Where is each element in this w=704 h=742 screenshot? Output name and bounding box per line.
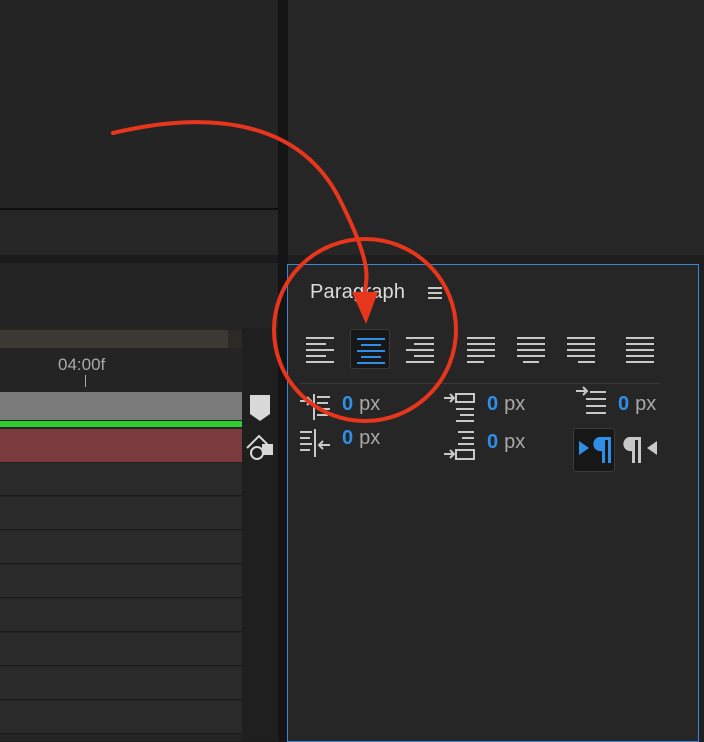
panel-separator xyxy=(300,383,660,384)
pilcrow-rtl-icon xyxy=(623,437,657,463)
space-before-value[interactable]: 0 xyxy=(487,393,498,415)
time-navigator-end[interactable] xyxy=(228,330,242,348)
marker-icon[interactable] xyxy=(249,394,271,422)
justify-last-center-button[interactable] xyxy=(511,329,551,369)
pilcrow-ltr-icon xyxy=(579,437,611,463)
space-before-icon xyxy=(444,393,475,422)
indent-right-field[interactable]: 0 px xyxy=(342,427,380,450)
justify-all-icon xyxy=(626,337,654,363)
panel-title: Paragraph xyxy=(310,281,406,303)
justify-last-right-icon xyxy=(567,337,595,363)
track-row[interactable] xyxy=(0,463,242,496)
justify-last-left-icon xyxy=(467,337,495,363)
work-area-bar[interactable] xyxy=(0,392,242,420)
justify-last-center-icon xyxy=(517,337,545,363)
space-after-icon xyxy=(444,431,475,460)
align-center-icon xyxy=(357,338,385,364)
space-after-unit: px xyxy=(504,431,526,453)
first-line-indent-icon xyxy=(576,386,606,414)
time-ruler-tick xyxy=(85,375,86,387)
track-row[interactable] xyxy=(0,599,242,632)
align-left-icon xyxy=(306,337,334,363)
align-center-button[interactable] xyxy=(350,329,390,369)
indent-right-icon xyxy=(300,429,330,457)
indent-left-unit: px xyxy=(359,393,381,415)
align-right-icon xyxy=(406,337,434,363)
panel-menu-icon[interactable] xyxy=(427,285,443,301)
indent-right-unit: px xyxy=(359,427,381,449)
space-after-value[interactable]: 0 xyxy=(487,431,498,453)
track-row[interactable] xyxy=(0,667,242,700)
indent-left-icon xyxy=(300,394,330,420)
upper-right-panel xyxy=(288,0,704,255)
track-row[interactable] xyxy=(0,531,242,564)
first-line-indent-field[interactable]: 0 px xyxy=(618,393,656,416)
space-after-field[interactable]: 0 px xyxy=(487,431,525,454)
space-before-field[interactable]: 0 px xyxy=(487,393,525,416)
time-ruler-label: 04:00f xyxy=(58,355,106,374)
track-row[interactable] xyxy=(0,633,242,666)
text-direction-ltr-button[interactable] xyxy=(573,428,615,472)
text-direction-rtl-button[interactable] xyxy=(620,432,662,468)
first-line-indent-unit: px xyxy=(635,393,657,415)
justify-last-right-button[interactable] xyxy=(561,329,601,369)
viewer-footer xyxy=(0,210,278,255)
render-bar xyxy=(0,421,242,427)
track-row[interactable] xyxy=(0,701,242,734)
space-before-unit: px xyxy=(504,393,526,415)
align-right-button[interactable] xyxy=(400,329,440,369)
indent-left-value[interactable]: 0 xyxy=(342,393,353,415)
layer-duration-bar[interactable] xyxy=(0,429,242,462)
track-row[interactable] xyxy=(0,497,242,530)
justify-last-left-button[interactable] xyxy=(461,329,501,369)
comp-marker-icon[interactable] xyxy=(245,432,275,462)
timeline-side-strip xyxy=(242,328,278,741)
indent-right-value[interactable]: 0 xyxy=(342,427,353,449)
panel-gap xyxy=(0,255,278,263)
first-line-indent-value[interactable]: 0 xyxy=(618,393,629,415)
track-row[interactable] xyxy=(0,565,242,598)
align-left-button[interactable] xyxy=(300,329,340,369)
justify-all-button[interactable] xyxy=(620,329,660,369)
indent-left-field[interactable]: 0 px xyxy=(342,393,380,416)
time-navigator-bar[interactable] xyxy=(0,330,232,348)
